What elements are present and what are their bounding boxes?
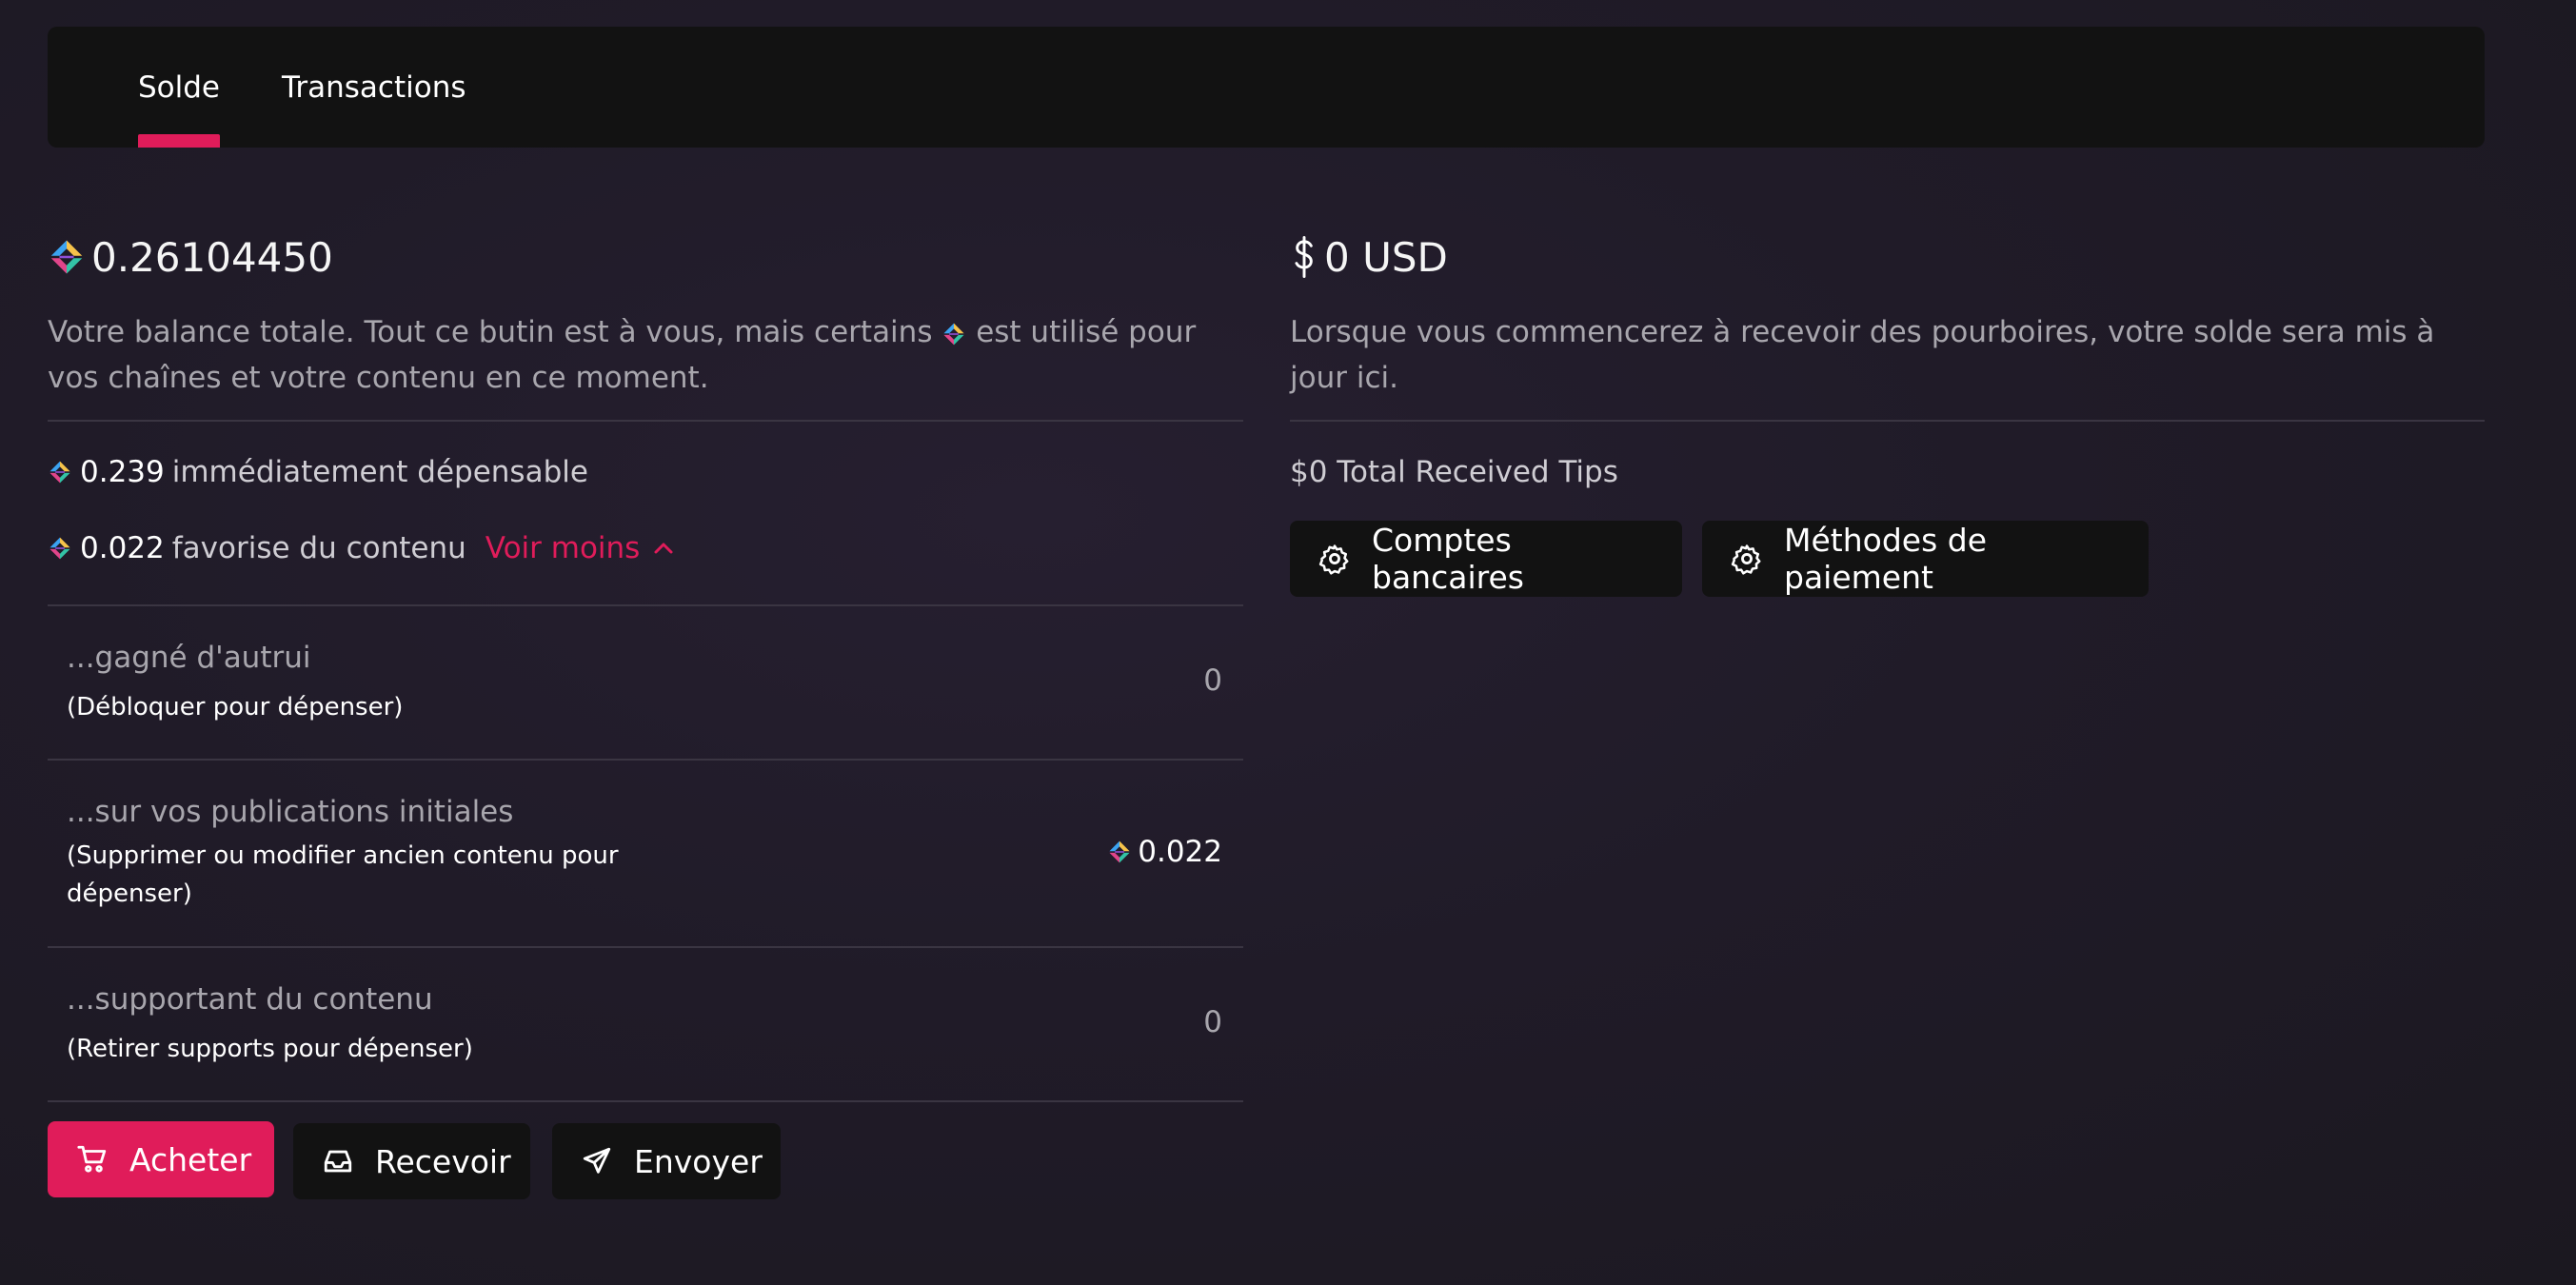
boosting-amount: 0.022	[80, 531, 165, 565]
row-title: ...sur vos publications initiales	[67, 795, 514, 829]
divider	[1290, 420, 2485, 422]
bank-accounts-label: Comptes bancaires	[1372, 522, 1524, 596]
bank-accounts-button[interactable]: Comptes bancaires	[1290, 521, 1682, 597]
total-tips-label: $0 Total Received Tips	[1290, 455, 1618, 489]
receive-label: Recevoir	[375, 1142, 511, 1180]
cart-icon	[77, 1145, 107, 1173]
gear-icon	[1731, 543, 1763, 575]
lbc-credit-icon	[1107, 840, 1132, 864]
row-subtitle: (Débloquer pour dépenser)	[67, 693, 404, 722]
see-less-button[interactable]: Voir moins	[485, 531, 675, 565]
tab-label: Transactions	[282, 69, 466, 105]
usd-balance: 0 USD	[1290, 228, 1448, 286]
inbox-icon	[324, 1150, 352, 1173]
row-value: 0	[1203, 663, 1222, 698]
tab-label: Solde	[138, 69, 221, 105]
dollar-icon	[1295, 236, 1313, 278]
row-value: 0	[1203, 1005, 1222, 1039]
buy-label: Acheter	[129, 1140, 252, 1178]
row-title: ...supportant du contenu	[67, 982, 433, 1017]
row-value: 0.022	[1107, 835, 1222, 869]
boosting-label: favorise du contenu	[171, 531, 466, 565]
row-subtitle: (Retirer supports pour dépenser)	[67, 1035, 473, 1063]
lbc-credit-icon	[48, 238, 86, 276]
total-balance-amount: 0.26104450	[91, 233, 333, 281]
list-item: ...sur vos publications initiales (Suppr…	[48, 761, 1243, 948]
lbc-credit-icon	[941, 322, 966, 346]
tab-transactions[interactable]: Transactions	[282, 27, 466, 148]
total-tips: $0 Total Received Tips	[1290, 455, 1618, 489]
receive-button[interactable]: Recevoir	[293, 1123, 530, 1199]
spendable-amount: 0.239	[80, 455, 165, 489]
payment-methods-label: Méthodes de paiement	[1784, 522, 1988, 596]
usd-amount: 0 USD	[1324, 233, 1448, 281]
send-label: Envoyer	[634, 1142, 763, 1180]
payment-methods-button[interactable]: Méthodes de paiement	[1702, 521, 2149, 597]
tab-bar: Solde Transactions	[48, 27, 2485, 148]
boosting-line: 0.022 favorise du contenu Voir moins	[48, 531, 674, 565]
list-item: ...gagné d'autrui (Débloquer pour dépens…	[48, 606, 1243, 761]
chevron-up-icon	[654, 543, 673, 554]
lbc-credit-icon	[48, 460, 72, 484]
row-title: ...gagné d'autrui	[67, 641, 311, 675]
tab-solde[interactable]: Solde	[138, 27, 221, 148]
tips-description: Lorsque vous commencerez à recevoir des …	[1290, 315, 2435, 395]
send-icon	[583, 1147, 611, 1174]
gear-icon	[1318, 543, 1351, 575]
row-subtitle: (Supprimer ou modifier ancien contenu po…	[67, 841, 619, 908]
buy-button[interactable]: Acheter	[48, 1121, 274, 1197]
spendable-label: immédiatement dépensable	[171, 455, 588, 489]
spendable-line: 0.239 immédiatement dépensable	[48, 455, 588, 489]
total-balance: 0.26104450	[48, 228, 333, 286]
lbc-credit-icon	[48, 536, 72, 561]
divider	[48, 420, 1243, 422]
list-item: ...supportant du contenu (Retirer suppor…	[48, 948, 1243, 1102]
see-less-label: Voir moins	[485, 531, 641, 565]
send-button[interactable]: Envoyer	[552, 1123, 781, 1199]
balance-description: Votre balance totale. Tout ce butin est …	[48, 315, 1197, 395]
